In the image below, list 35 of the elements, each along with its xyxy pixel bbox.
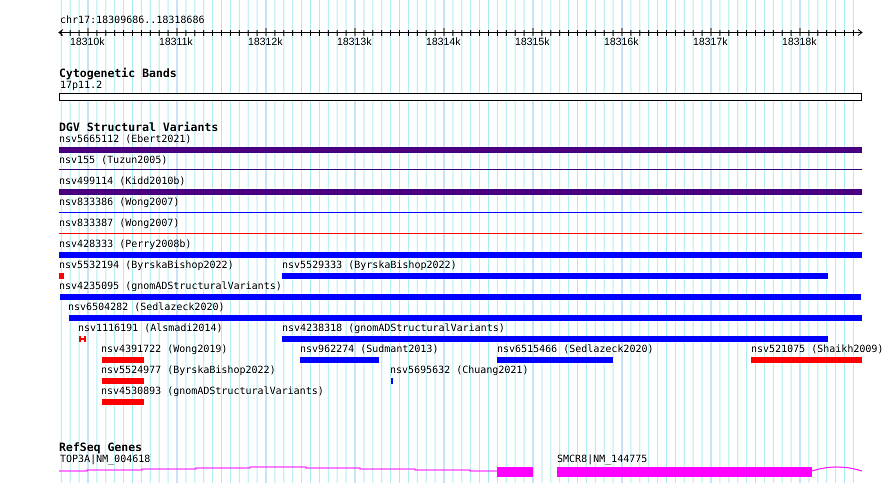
tick-label: 18310k [70,37,104,48]
variant-label: nsv521075 (Shaikh2009) [751,345,884,355]
tick-label: 18311k [159,37,193,48]
variant-label: nsv4235095 (gnomADStructuralVariants) [59,282,282,292]
tick-label: 18317k [693,37,728,48]
variant-label: nsv5529333 (ByrskaBishop2022) [282,261,457,271]
variant-label: nsv5695632 (Chuang2021) [390,366,528,376]
variant-label: nsv5532194 (ByrskaBishop2022) [59,261,234,271]
gene-label: SMCR8|NM_144775 [557,455,648,465]
track-title: DGV Structural Variants [59,122,218,134]
gene-label: TOP3A|NM_004618 [60,455,150,465]
variant-label: nsv428333 (Perry2008b) [59,240,192,250]
variant-label: nsv5524977 (ByrskaBishop2022) [101,366,276,376]
variant-label: nsv4238318 (gnomADStructuralVariants) [282,324,505,334]
tick-label: 18313k [337,37,372,48]
variant-label: nsv6515466 (Sedlazeck2020) [497,345,654,355]
variant-label: nsv6504282 (Sedlazeck2020) [68,303,225,313]
tick-label: 18312k [248,37,282,48]
variant-label: nsv962274 (Sudmant2013) [300,345,438,355]
variant-label: nsv499114 (Kidd2010b) [59,177,186,187]
variant-label: nsv155 (Tuzun2005) [59,156,168,166]
variant-label: nsv833387 (Wong2007) [59,219,180,229]
tick-label: 18316k [604,37,638,48]
variant-label: nsv1116191 (Alsmadi2014) [78,324,222,334]
tick-label: 18318k [782,37,816,48]
location-label: chr17:18309686..18318686 [60,16,204,26]
track-title: RefSeq Genes [59,442,142,454]
variant-label: nsv5665112 (Ebert2021) [59,135,192,145]
band-label: 17p11.2 [60,81,102,91]
tick-label: 18314k [426,37,460,48]
variant-label: nsv833386 (Wong2007) [59,198,180,208]
variant-label: nsv4530893 (gnomADStructuralVariants) [101,387,324,397]
track-title: Cytogenetic Bands [59,68,177,80]
tick-label: 18315k [515,37,550,48]
variant-label: nsv4391722 (Wong2019) [101,345,228,355]
